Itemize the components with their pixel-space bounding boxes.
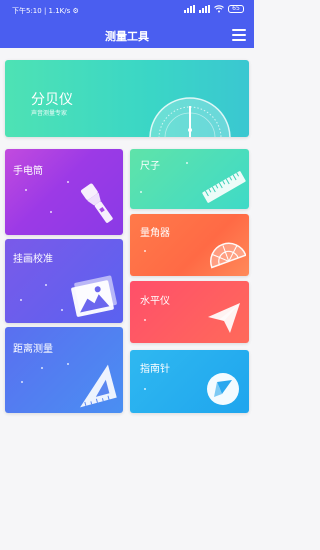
dial-gauge-icon: [149, 97, 231, 137]
page-title: 测量工具: [105, 30, 149, 43]
distance-card[interactable]: 距离测量: [5, 327, 123, 413]
decibel-title: 分贝仪: [31, 92, 73, 108]
protractor-card[interactable]: 量角器: [130, 214, 249, 276]
calibrate-title: 挂画校准: [13, 254, 53, 265]
battery-icon: 65: [228, 5, 244, 13]
protractor-icon: [210, 242, 246, 269]
compass-card[interactable]: 指南针: [130, 350, 249, 413]
status-icons: 65: [184, 5, 244, 13]
flashlight-icon: [81, 183, 113, 223]
wifi-icon: [214, 5, 224, 13]
compass-title: 指南针: [140, 364, 170, 375]
app-bar: 测量工具: [0, 22, 254, 48]
triangle-ruler-icon: [80, 364, 117, 408]
menu-icon[interactable]: [232, 29, 246, 41]
ruler-icon: [202, 171, 246, 203]
level-title: 水平仪: [140, 296, 170, 307]
picture-frame-icon: [71, 275, 117, 317]
signal-icon-2: [199, 5, 210, 13]
protractor-title: 量角器: [140, 228, 170, 239]
calibrate-card[interactable]: 挂画校准: [5, 239, 123, 323]
flashlight-card[interactable]: 手电筒: [5, 149, 123, 235]
ruler-title: 尺子: [140, 161, 160, 172]
flashlight-title: 手电筒: [13, 166, 43, 177]
distance-title: 距离测量: [13, 344, 53, 355]
decibel-card[interactable]: 分贝仪 声音测量专家: [5, 60, 249, 137]
status-time-speed: 下午5:10 | 1.1K/s ⚙: [12, 7, 79, 15]
decibel-subtitle: 声音测量专家: [31, 110, 68, 117]
signal-icon: [184, 5, 195, 13]
compass-icon: [207, 373, 239, 405]
ruler-card[interactable]: 尺子: [130, 149, 249, 209]
level-card[interactable]: 水平仪: [130, 281, 249, 343]
status-bar: 下午5:10 | 1.1K/s ⚙ 65: [0, 0, 254, 22]
paper-plane-icon: [208, 303, 240, 333]
